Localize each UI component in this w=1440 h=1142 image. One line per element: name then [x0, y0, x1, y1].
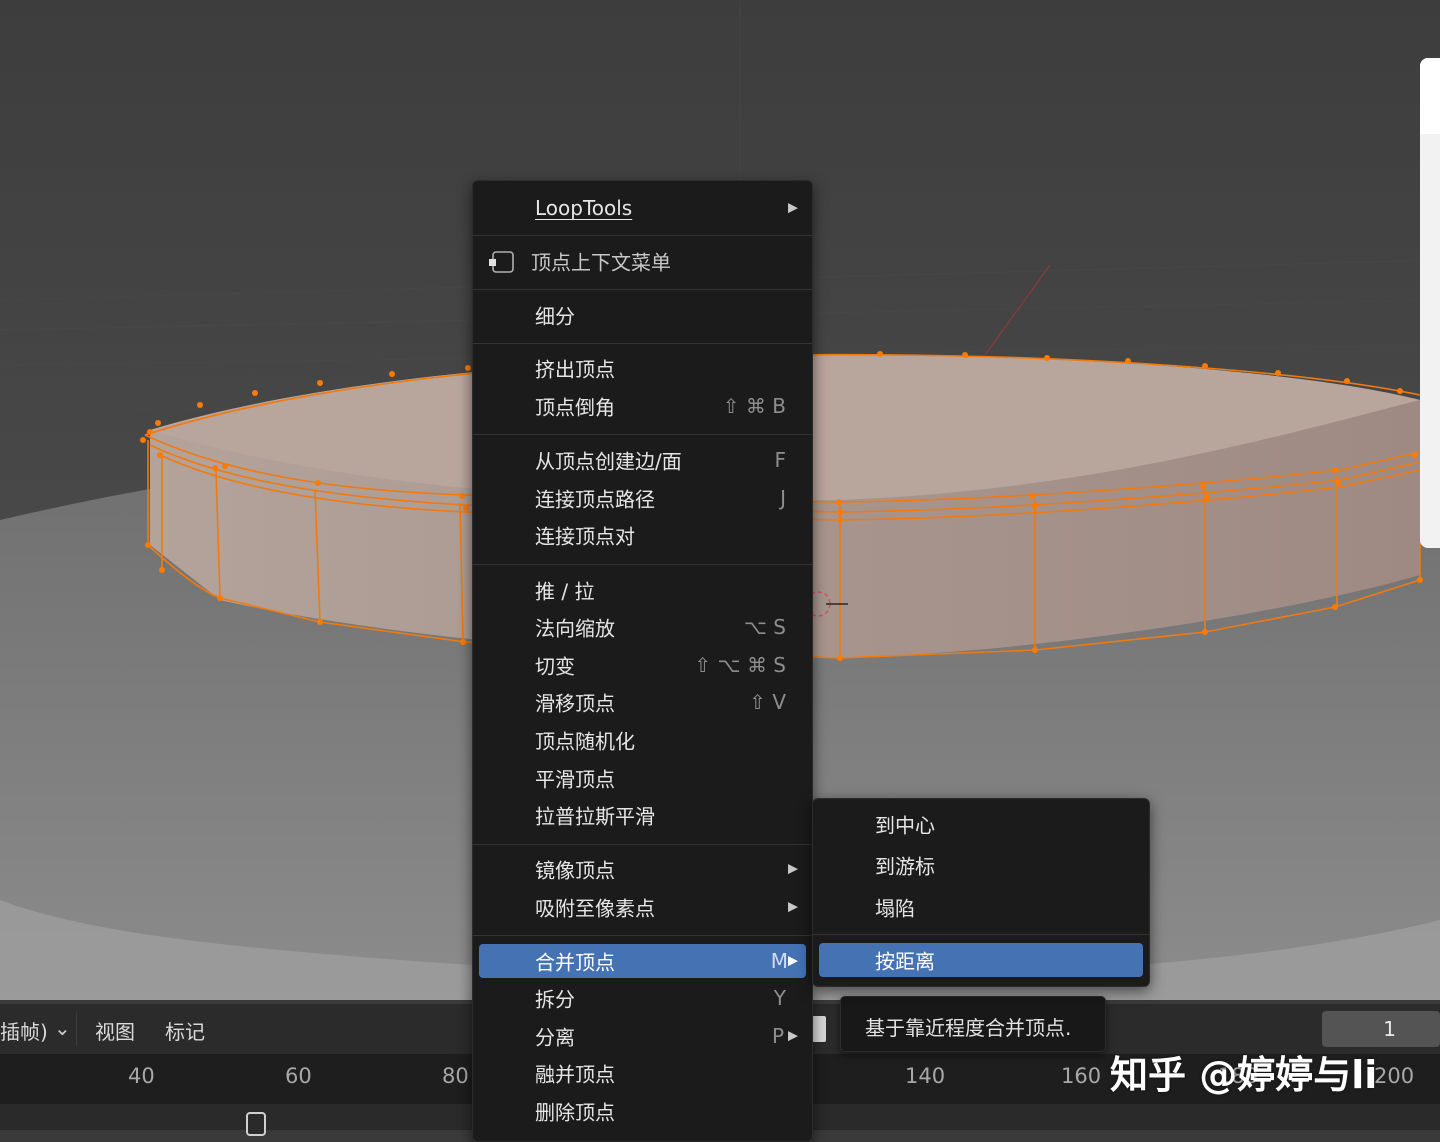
timeline-mode-label[interactable]: 插帧) [0, 1016, 48, 1045]
playback-button[interactable] [812, 1016, 826, 1042]
menu-item-slide-vertices[interactable]: 滑移顶点 ⇧ V [479, 685, 806, 719]
menu-item-subdivide[interactable]: 细分 [479, 298, 806, 332]
playhead-icon[interactable] [246, 1112, 266, 1136]
timeline-menu-marker[interactable]: 标记 [165, 1016, 205, 1045]
menu-item-extrude-vertices[interactable]: 挤出顶点 [479, 351, 806, 385]
menu-item-looptools[interactable]: LoopTools ▶ [479, 191, 806, 225]
submenu-item-collapse[interactable]: 塌陷 [819, 890, 1143, 924]
current-frame-field[interactable]: 1 [1322, 1011, 1440, 1047]
watermark: 知乎 @婷婷与li [1110, 1053, 1378, 1097]
menu-item-smooth-vertices[interactable]: 平滑顶点 [479, 761, 806, 795]
tick-label: 80 [442, 1064, 469, 1088]
tick-label: 200 [1374, 1064, 1415, 1088]
sidebar-panel-header [1420, 58, 1440, 134]
menu-item-separate[interactable]: 分离 P ▶ [479, 1019, 806, 1053]
menu-item-connect-vertex-path[interactable]: 连接顶点路径 J [479, 481, 806, 515]
menu-item-delete-vertices[interactable]: 删除顶点 [479, 1094, 806, 1128]
tick-label: 40 [128, 1064, 155, 1088]
menu-item-push-pull[interactable]: 推 / 拉 [479, 573, 806, 607]
merge-submenu: 到中心 到游标 塌陷 按距离 [812, 798, 1150, 987]
menu-item-merge-vertices[interactable]: 合并顶点 M ▶ [479, 944, 806, 978]
submenu-item-by-distance[interactable]: 按距离 [819, 943, 1143, 977]
divider [76, 1012, 77, 1046]
submenu-item-at-center[interactable]: 到中心 [819, 807, 1143, 841]
menu-item-dissolve-vertices[interactable]: 融并顶点 [479, 1056, 806, 1090]
menu-item-connect-vertex-pairs[interactable]: 连接顶点对 [479, 518, 806, 552]
menu-item-mirror-vertices[interactable]: 镜像顶点 ▶ [479, 852, 806, 886]
timeline-menu-view[interactable]: 视图 [95, 1016, 135, 1045]
submenu-arrow-icon: ▶ [788, 200, 798, 216]
submenu-arrow-icon: ▶ [788, 899, 798, 915]
submenu-item-at-cursor[interactable]: 到游标 [819, 848, 1143, 882]
submenu-arrow-icon: ▶ [788, 861, 798, 877]
vertex-context-menu: LoopTools ▶ 顶点上下文菜单 细分 挤出顶点 顶点倒角 ⇧ ⌘ B 从… [472, 180, 813, 1142]
tooltip: 基于靠近程度合并顶点. [840, 996, 1106, 1052]
submenu-arrow-icon: ▶ [788, 1028, 798, 1044]
menu-item-shear[interactable]: 切变 ⇧ ⌥ ⌘ S [479, 648, 806, 682]
menu-title-vertex-context: 顶点上下文菜单 [479, 244, 806, 278]
menu-item-randomize-vertices[interactable]: 顶点随机化 [479, 723, 806, 757]
menu-item-shrink-fatten[interactable]: 法向缩放 ⌥ S [479, 610, 806, 644]
submenu-arrow-icon: ▶ [788, 953, 798, 969]
menu-item-bevel-vertices[interactable]: 顶点倒角 ⇧ ⌘ B [479, 389, 806, 423]
menu-item-laplacian-smooth[interactable]: 拉普拉斯平滑 [479, 798, 806, 832]
tick-label: 160 [1061, 1064, 1102, 1088]
dropdown-chevron-icon[interactable]: ⌄ [54, 1016, 71, 1040]
tick-label: 60 [285, 1064, 312, 1088]
vertex-menu-icon [489, 251, 514, 273]
menu-item-make-edge-face[interactable]: 从顶点创建边/面 F [479, 443, 806, 477]
menu-item-snap-to-symmetry[interactable]: 吸附至像素点 ▶ [479, 890, 806, 924]
menu-item-split[interactable]: 拆分 Y [479, 981, 806, 1015]
tick-label: 140 [905, 1064, 946, 1088]
